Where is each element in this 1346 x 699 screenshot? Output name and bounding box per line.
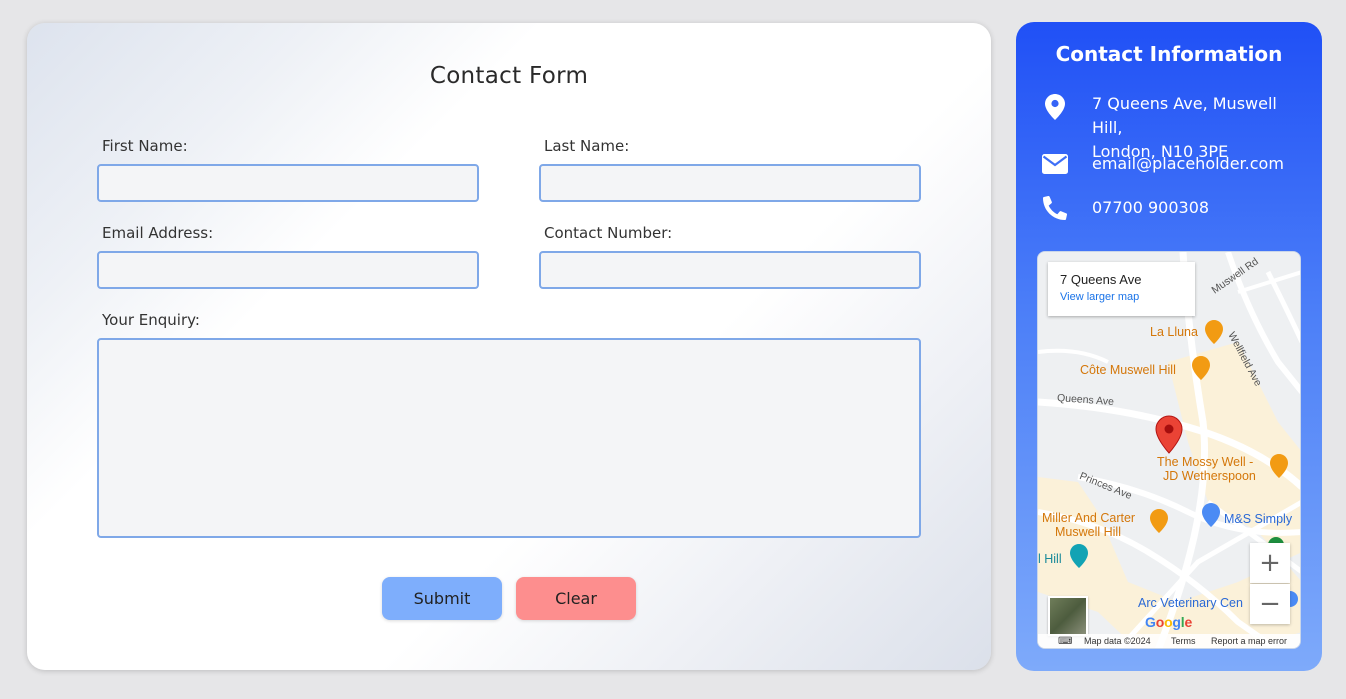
poi-la-lluna[interactable]: La Lluna xyxy=(1150,325,1198,339)
poi-mossy-line-1[interactable]: The Mossy Well - xyxy=(1157,455,1253,469)
report-map-error-link[interactable]: Report a map error xyxy=(1211,636,1287,646)
email-label: Email Address: xyxy=(102,224,214,242)
contact-info-card: Contact Information 7 Queens Ave, Muswel… xyxy=(1016,22,1322,671)
embedded-map[interactable]: 7 Queens Ave View larger map Muswell Rd … xyxy=(1037,251,1301,649)
form-title: Contact Form xyxy=(429,63,589,89)
address-line-1: 7 Queens Ave, Muswell Hill, xyxy=(1092,94,1277,137)
enquiry-label: Your Enquiry: xyxy=(102,311,200,329)
contact-number-input[interactable] xyxy=(539,251,921,289)
zoom-out-button[interactable]: − xyxy=(1250,584,1290,624)
phone-text: 07700 900308 xyxy=(1092,198,1210,217)
map-place-name: 7 Queens Ave xyxy=(1060,272,1142,287)
email-input[interactable] xyxy=(97,251,479,289)
last-name-input[interactable] xyxy=(539,164,921,202)
clear-button[interactable]: Clear xyxy=(516,577,636,620)
poi-mossy-line-2[interactable]: JD Wetherspoon xyxy=(1163,469,1256,483)
contact-number-label: Contact Number: xyxy=(544,224,673,242)
first-name-input[interactable] xyxy=(97,164,479,202)
view-larger-map-link[interactable]: View larger map xyxy=(1060,291,1183,303)
poi-ms-simply[interactable]: M&S Simply xyxy=(1224,512,1292,526)
last-name-label: Last Name: xyxy=(544,137,630,155)
keyboard-icon[interactable]: ⌨ xyxy=(1058,636,1072,647)
poi-miller-line-1[interactable]: Miller And Carter xyxy=(1042,511,1135,525)
satellite-toggle[interactable] xyxy=(1048,596,1088,636)
poi-cote[interactable]: Côte Muswell Hill xyxy=(1080,363,1176,377)
map-pin-icon xyxy=(1042,94,1068,120)
google-logo: Google xyxy=(1145,614,1193,630)
contact-info-title: Contact Information xyxy=(1055,42,1283,66)
zoom-in-button[interactable]: + xyxy=(1250,543,1290,583)
enquiry-textarea[interactable] xyxy=(97,338,921,538)
map-place-popup: 7 Queens Ave View larger map xyxy=(1048,262,1195,316)
terms-link[interactable]: Terms xyxy=(1171,636,1196,646)
submit-button[interactable]: Submit xyxy=(382,577,502,620)
poi-miller-line-2[interactable]: Muswell Hill xyxy=(1055,525,1121,539)
poi-hill[interactable]: l Hill xyxy=(1038,552,1062,566)
contact-form-card: Contact Form First Name: Last Name: Emai… xyxy=(27,23,991,670)
phone-icon xyxy=(1042,195,1068,221)
map-data-text: Map data ©2024 xyxy=(1084,636,1151,646)
poi-arc-veterinary[interactable]: Arc Veterinary Cen xyxy=(1138,596,1243,610)
envelope-icon xyxy=(1042,151,1068,177)
email-text: email@placeholder.com xyxy=(1092,154,1284,173)
first-name-label: First Name: xyxy=(102,137,188,155)
map-attribution-bar: ⌨ Map data ©2024 Terms Report a map erro… xyxy=(1038,634,1300,648)
